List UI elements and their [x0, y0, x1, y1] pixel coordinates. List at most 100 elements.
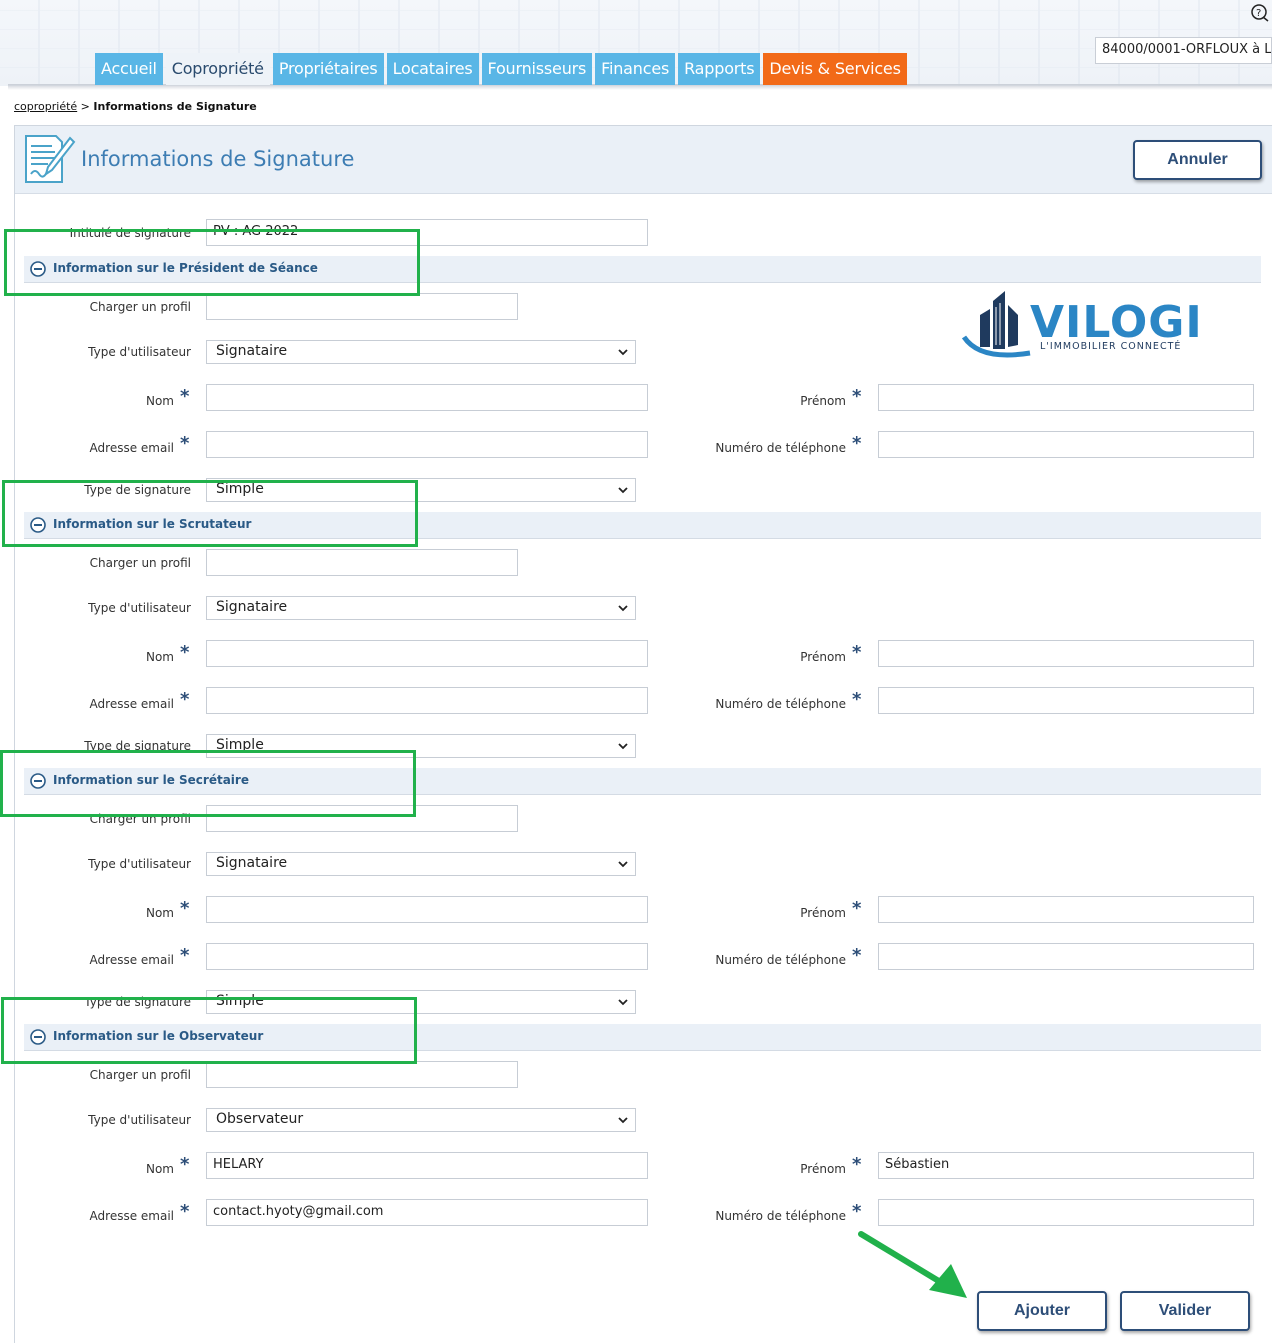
email-label: Adresse email: [89, 953, 174, 967]
type-signature-select[interactable]: Simple: [206, 734, 636, 758]
charger-profil-label: Charger un profil: [89, 1068, 191, 1082]
email-label: Adresse email: [89, 1209, 174, 1223]
type-signature-select[interactable]: Simple: [206, 478, 636, 502]
nom-label: Nom: [145, 650, 174, 664]
collapse-minus-icon[interactable]: [30, 261, 46, 277]
help-chat-icon[interactable]: ?: [1250, 3, 1270, 23]
charger-profil-label: Charger un profil: [89, 812, 191, 826]
email-input[interactable]: [206, 431, 648, 458]
chevron-down-icon: [618, 487, 628, 494]
main-nav-tabs: Accueil Copropriété Propriétaires Locata…: [95, 53, 907, 85]
collapse-minus-icon[interactable]: [30, 773, 46, 789]
type-utilisateur-select[interactable]: Signataire: [206, 596, 636, 620]
tab-copropriete[interactable]: Copropriété: [165, 53, 270, 85]
required-star: *: [852, 642, 862, 663]
chevron-down-icon: [618, 743, 628, 750]
nom-input[interactable]: [206, 640, 648, 667]
tab-locataires[interactable]: Locataires: [386, 53, 479, 85]
chevron-down-icon: [618, 349, 628, 356]
prenom-label: Prénom: [800, 650, 846, 664]
type-signature-value: Simple: [216, 481, 264, 497]
required-star: *: [852, 433, 862, 454]
telephone-input[interactable]: [878, 431, 1254, 458]
required-star: *: [180, 945, 190, 966]
type-signature-label: Type de signature: [84, 483, 191, 497]
nom-input[interactable]: [206, 896, 648, 923]
type-utilisateur-label: Type d'utilisateur: [88, 857, 191, 871]
type-signature-label: Type de signature: [84, 995, 191, 1009]
type-utilisateur-select[interactable]: Signataire: [206, 340, 636, 364]
charger-profil-input[interactable]: [206, 805, 518, 832]
tab-devis-services[interactable]: Devis & Services: [763, 53, 907, 85]
email-input[interactable]: [206, 943, 648, 970]
chevron-down-icon: [618, 605, 628, 612]
breadcrumb-current: Informations de Signature: [93, 100, 257, 113]
required-star: *: [852, 386, 862, 407]
email-input[interactable]: contact.hyoty@gmail.com: [206, 1199, 648, 1226]
type-utilisateur-select[interactable]: Signataire: [206, 852, 636, 876]
required-star: *: [180, 898, 190, 919]
prenom-input[interactable]: [878, 384, 1254, 411]
section-title-observateur: Information sur le Observateur: [53, 1029, 264, 1043]
required-star: *: [852, 689, 862, 710]
type-utilisateur-label: Type d'utilisateur: [88, 601, 191, 615]
add-button[interactable]: Ajouter: [977, 1291, 1107, 1331]
prenom-input[interactable]: [878, 640, 1254, 667]
required-star: *: [852, 898, 862, 919]
nom-label: Nom: [145, 906, 174, 920]
tab-fournisseurs[interactable]: Fournisseurs: [481, 53, 593, 85]
telephone-input[interactable]: [878, 943, 1254, 970]
prenom-input[interactable]: [878, 896, 1254, 923]
type-utilisateur-value: Observateur: [216, 1111, 304, 1127]
type-utilisateur-value: Signataire: [216, 343, 288, 359]
cancel-button[interactable]: Annuler: [1133, 140, 1262, 180]
prenom-label: Prénom: [800, 394, 846, 408]
chevron-down-icon: [618, 861, 628, 868]
required-star: *: [180, 433, 190, 454]
telephone-input[interactable]: [878, 687, 1254, 714]
chevron-down-icon: [618, 1117, 628, 1124]
section-title-scrutateur: Information sur le Scrutateur: [53, 517, 252, 531]
telephone-input[interactable]: [878, 1199, 1254, 1226]
page-title: Informations de Signature: [81, 147, 355, 171]
telephone-label: Numéro de téléphone: [715, 697, 846, 711]
nom-input[interactable]: [206, 384, 648, 411]
required-star: *: [180, 1201, 190, 1222]
required-star: *: [180, 386, 190, 407]
charger-profil-label: Charger un profil: [89, 556, 191, 570]
green-arrow-annotation: [858, 1231, 967, 1298]
section-title-president: Information sur le Président de Séance: [53, 261, 318, 275]
intitule-label: Intitulé de signature: [69, 226, 191, 240]
section-title-secretaire: Information sur le Secrétaire: [53, 773, 249, 787]
tab-accueil[interactable]: Accueil: [95, 53, 163, 85]
prenom-label: Prénom: [800, 906, 846, 920]
required-star: *: [180, 1154, 190, 1175]
tab-rapports[interactable]: Rapports: [678, 53, 761, 85]
breadcrumb-link-copropriete[interactable]: copropriété: [14, 100, 77, 113]
nom-input[interactable]: HELARY: [206, 1152, 648, 1179]
tab-proprietaires[interactable]: Propriétaires: [272, 53, 384, 85]
validate-button[interactable]: Valider: [1120, 1291, 1250, 1331]
type-utilisateur-select[interactable]: Observateur: [206, 1108, 636, 1132]
charger-profil-input[interactable]: [206, 293, 518, 320]
charger-profil-input[interactable]: [206, 1061, 518, 1088]
nom-label: Nom: [145, 1162, 174, 1176]
type-utilisateur-label: Type d'utilisateur: [88, 345, 191, 359]
tab-finances[interactable]: Finances: [595, 53, 676, 85]
nom-label: Nom: [145, 394, 174, 408]
required-star: *: [852, 1201, 862, 1222]
collapse-minus-icon[interactable]: [30, 517, 46, 533]
charger-profil-input[interactable]: [206, 549, 518, 576]
copropriete-selector[interactable]: 84000/0001-ORFLOUX à LA: [1095, 37, 1272, 64]
svg-text:?: ?: [1256, 8, 1261, 19]
collapse-minus-icon[interactable]: [30, 1029, 46, 1045]
type-signature-value: Simple: [216, 737, 264, 753]
prenom-input[interactable]: Sébastien: [878, 1152, 1254, 1179]
email-input[interactable]: [206, 687, 648, 714]
email-label: Adresse email: [89, 441, 174, 455]
intitule-input[interactable]: PV : AG 2022: [206, 219, 648, 246]
vilogi-logo-tagline: L'IMMOBILIER CONNECTÉ: [1040, 340, 1181, 352]
prenom-label: Prénom: [800, 1162, 846, 1176]
type-signature-value: Simple: [216, 993, 264, 1009]
type-signature-select[interactable]: Simple: [206, 990, 636, 1014]
